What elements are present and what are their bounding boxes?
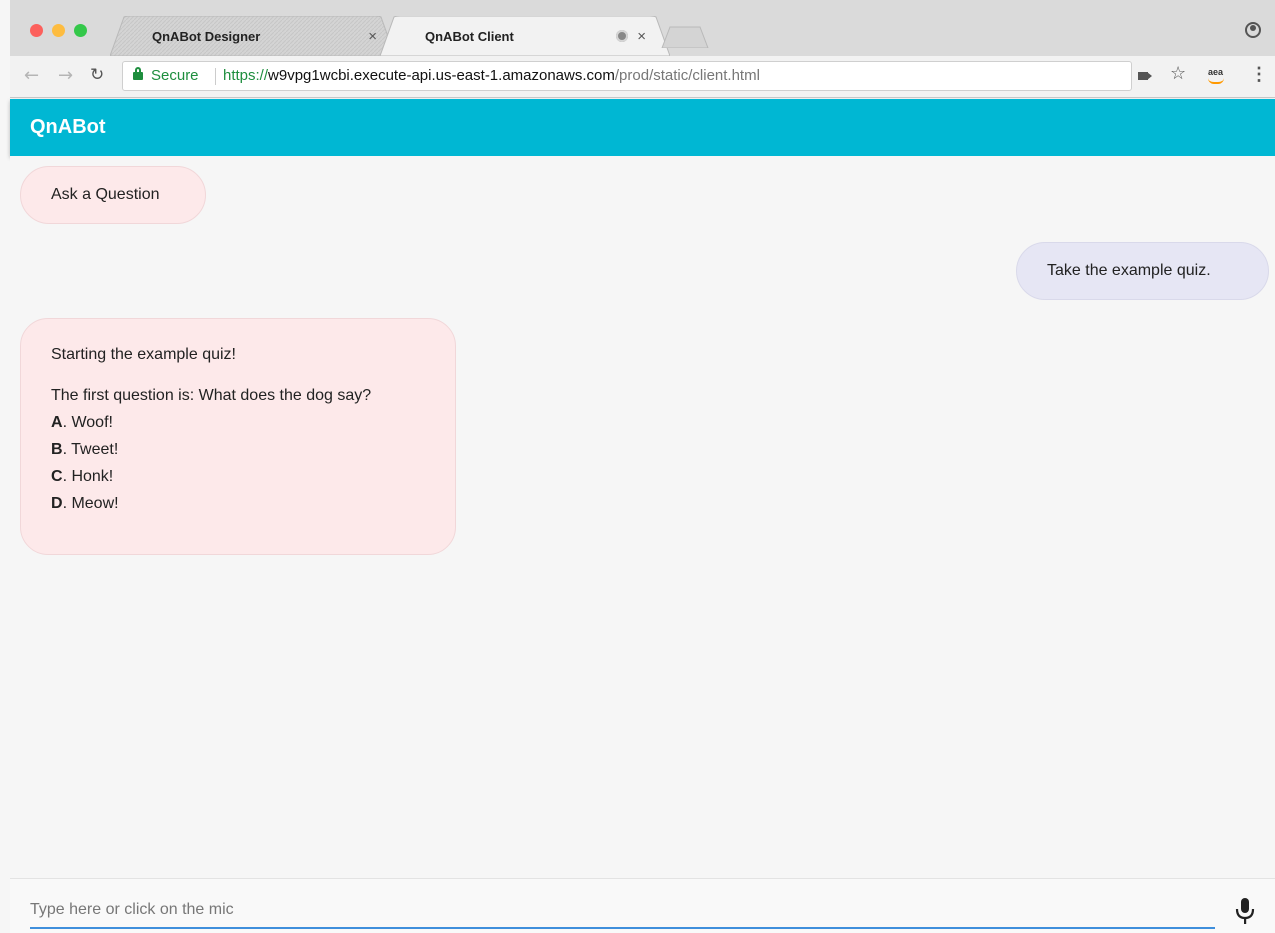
quiz-option-c: C. Honk! <box>51 463 455 490</box>
amazon-assistant-icon[interactable]: aea <box>1208 67 1225 84</box>
microphone-icon[interactable] <box>1234 896 1256 926</box>
browser-toolbar: ← → ↻ Secure https://w9vpg1wcbi.execute-… <box>10 56 1275 98</box>
message-text: Ask a Question <box>51 186 160 203</box>
url-text: https://w9vpg1wcbi.execute-api.us-east-1… <box>223 62 760 90</box>
bot-message-ask: Ask a Question <box>20 166 206 224</box>
app-title: QnABot <box>30 116 106 138</box>
url-scheme: https:// <box>223 67 269 84</box>
window-controls <box>30 24 87 37</box>
bot-message-quiz: Starting the example quiz! The first que… <box>20 318 456 555</box>
new-tab-button[interactable] <box>660 26 710 48</box>
back-icon[interactable]: ← <box>24 65 39 86</box>
option-text: . Tweet! <box>62 441 119 458</box>
app-header: QnABot <box>10 99 1275 156</box>
profile-icon[interactable] <box>1245 22 1261 38</box>
browser-window: QnABot Designer × QnABot Client × ← → ↻ … <box>10 0 1275 933</box>
recording-indicator-icon <box>616 30 628 42</box>
message-input[interactable] <box>30 893 1215 929</box>
tab-qnabot-designer[interactable]: QnABot Designer × <box>110 16 395 56</box>
option-letter: A <box>51 414 63 431</box>
quiz-question: The first question is: What does the dog… <box>51 387 372 404</box>
menu-icon[interactable]: ⋮ <box>1250 64 1268 85</box>
message-text: Take the example quiz. <box>1047 262 1211 279</box>
tab-title: QnABot Designer <box>152 29 261 44</box>
option-text: . Meow! <box>62 495 119 512</box>
close-window-icon[interactable] <box>30 24 43 37</box>
chat-history[interactable]: Ask a Question Take the example quiz. St… <box>10 156 1275 878</box>
reload-icon[interactable]: ↻ <box>90 65 104 85</box>
address-bar[interactable]: Secure https://w9vpg1wcbi.execute-api.us… <box>122 61 1132 91</box>
tab-title: QnABot Client <box>425 29 514 44</box>
quiz-option-a: A. Woof! <box>51 409 455 436</box>
option-text: . Honk! <box>62 468 114 485</box>
option-letter: C <box>51 468 63 485</box>
quiz-option-d: D. Meow! <box>51 490 455 517</box>
camera-icon[interactable] <box>1138 72 1152 80</box>
tab-strip: QnABot Designer × QnABot Client × <box>10 0 1275 56</box>
tab-qnabot-client[interactable]: QnABot Client × <box>380 16 670 56</box>
url-host: w9vpg1wcbi.execute-api.us-east-1.amazona… <box>268 67 615 84</box>
security-label: Secure <box>151 67 199 84</box>
option-text: . Woof! <box>62 414 113 431</box>
url-separator <box>215 68 216 85</box>
user-message-take-quiz: Take the example quiz. <box>1016 242 1269 300</box>
quiz-option-b: B. Tweet! <box>51 436 455 463</box>
lock-icon <box>133 67 143 80</box>
star-icon[interactable]: ☆ <box>1170 63 1186 84</box>
url-path: /prod/static/client.html <box>614 67 760 84</box>
close-tab-icon[interactable]: × <box>637 28 646 45</box>
message-input-bar <box>10 878 1275 933</box>
option-letter: D <box>51 495 63 512</box>
maximize-window-icon[interactable] <box>74 24 87 37</box>
close-tab-icon[interactable]: × <box>368 28 377 45</box>
option-letter: B <box>51 441 63 458</box>
forward-icon[interactable]: → <box>58 65 73 86</box>
minimize-window-icon[interactable] <box>52 24 65 37</box>
quiz-intro: Starting the example quiz! <box>51 346 236 363</box>
